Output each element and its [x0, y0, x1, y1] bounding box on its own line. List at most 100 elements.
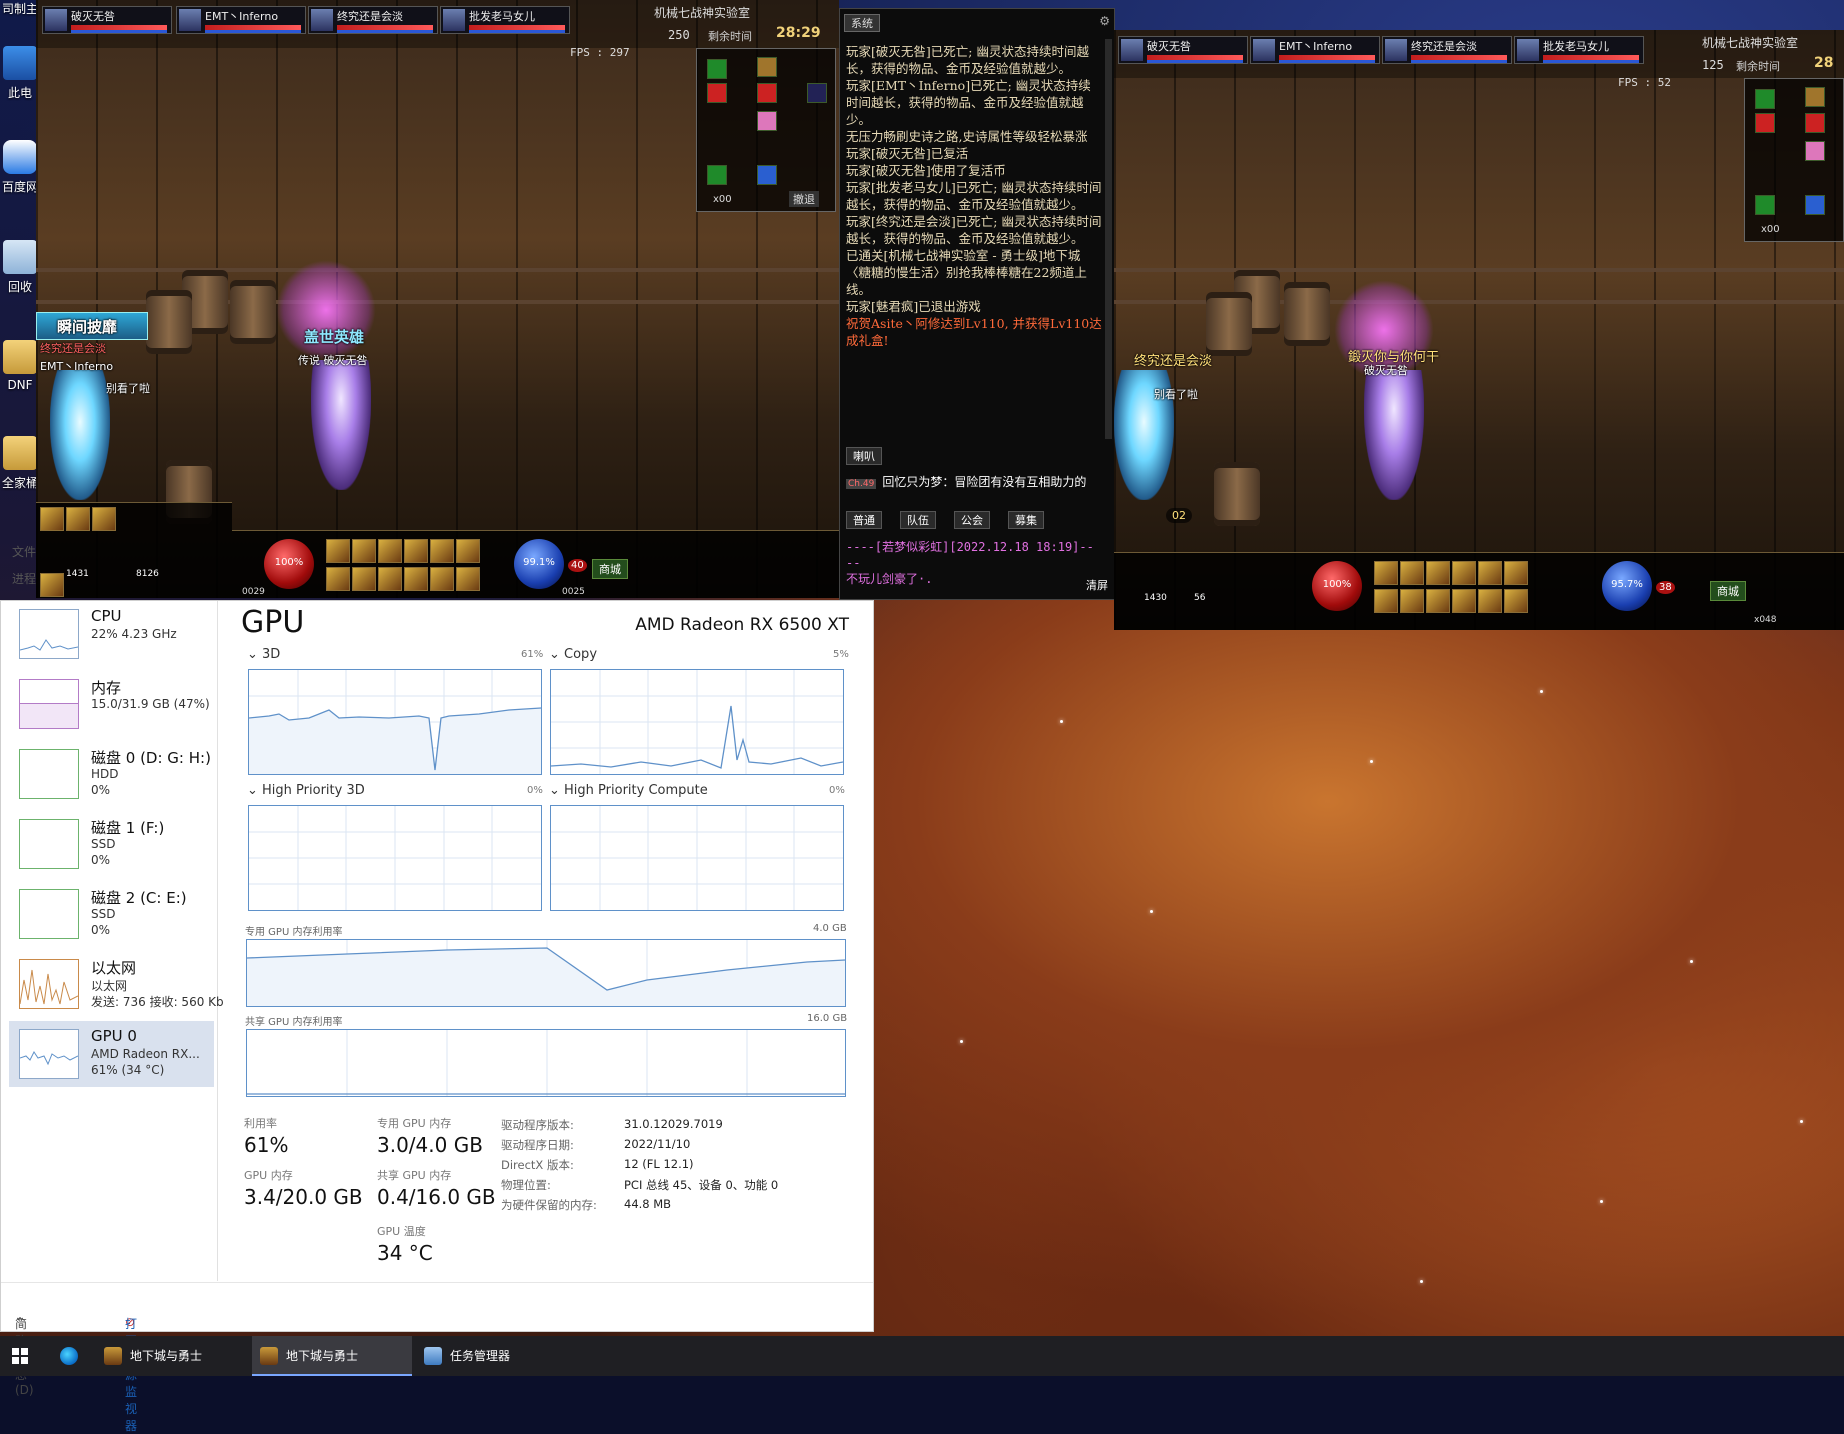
- physical-location-label: 物理位置:: [501, 1178, 551, 1192]
- chat-channel-dropdown[interactable]: 系统: [844, 14, 880, 32]
- recycle-bin-icon: [3, 240, 37, 274]
- skill-slot[interactable]: [352, 539, 376, 563]
- skill-slot[interactable]: [456, 567, 480, 591]
- skill-slot[interactable]: [456, 539, 480, 563]
- level-badge: 40: [568, 559, 587, 572]
- clear-chat-button[interactable]: 清屏: [1086, 577, 1108, 593]
- skill-slot[interactable]: [326, 567, 350, 591]
- skill-slot[interactable]: [1478, 589, 1502, 613]
- desktop-icon-recycle-bin[interactable]: 回收: [0, 240, 40, 295]
- skill-slot[interactable]: [404, 539, 428, 563]
- party-member[interactable]: 破灭无咎: [42, 6, 172, 34]
- skill-slot[interactable]: [1426, 561, 1450, 585]
- skill-slot[interactable]: [1400, 561, 1424, 585]
- party-member[interactable]: 终究还是会淡: [1382, 36, 1512, 64]
- shared-memory-max: 16.0 GB: [807, 1013, 848, 1024]
- tab-processes[interactable]: 进程: [12, 570, 36, 587]
- retreat-button[interactable]: 撤退: [789, 191, 819, 207]
- party-member-name: 终究还是会淡: [1411, 40, 1477, 53]
- tab-normal[interactable]: 普通: [846, 511, 882, 529]
- taskbar-item-task-manager[interactable]: 任务管理器: [416, 1336, 568, 1376]
- chat-message: 玩家[破灭无咎]已死亡; 幽灵状态持续时间越长，获得的物品、金币及经验值就越少。: [846, 44, 1089, 76]
- taskbar-item-dnf-1[interactable]: 地下城与勇士: [96, 1336, 248, 1376]
- desktop-icon-dnf[interactable]: DNF: [0, 340, 40, 392]
- sidebar-item-title: 内存: [91, 679, 122, 697]
- skill-slot[interactable]: [378, 567, 402, 591]
- quick-item-icon[interactable]: [40, 573, 64, 597]
- gear-icon[interactable]: ⚙: [1099, 14, 1110, 28]
- ally-name: 别看了啦: [1154, 388, 1198, 401]
- sidebar-item-cpu[interactable]: CPU 22% 4.23 GHz: [9, 601, 214, 667]
- sidebar-item-disk2[interactable]: 磁盘 2 (C: E:) SSD 0%: [9, 881, 214, 947]
- sidebar-item-disk1[interactable]: 磁盘 1 (F:) SSD 0%: [9, 811, 214, 877]
- minimap-room: [1755, 89, 1775, 109]
- sidebar-item-detail: 以太网: [91, 979, 128, 993]
- sidebar-item-ethernet[interactable]: 以太网 以太网 发送: 736 接收: 560 Kb: [9, 951, 224, 1017]
- skill-slot[interactable]: [378, 539, 402, 563]
- menu-file[interactable]: 文件: [12, 543, 36, 560]
- tab-guild[interactable]: 公会: [954, 511, 990, 529]
- party-member[interactable]: 批发老马女儿: [1514, 36, 1644, 64]
- desktop-icon-bundle[interactable]: 全家桶: [0, 436, 40, 491]
- utilization-label: 利用率: [244, 1117, 277, 1130]
- chat-scrollbar[interactable]: [1105, 39, 1112, 439]
- chat-panel[interactable]: 系统 ⚙ 玩家[破灭无咎]已死亡; 幽灵状态持续时间越长，获得的物品、金币及经验…: [839, 8, 1115, 600]
- driver-version-label: 驱动程序版本:: [501, 1118, 574, 1132]
- skill-slot[interactable]: [1374, 561, 1398, 585]
- skill-slot[interactable]: [326, 539, 350, 563]
- minimap-count: x00: [1761, 224, 1780, 235]
- sidebar-item-detail: SSD: [91, 837, 116, 851]
- skill-slot[interactable]: [1478, 561, 1502, 585]
- star: [1690, 960, 1693, 963]
- sidebar-item-memory[interactable]: 内存 15.0/31.9 GB (47%): [9, 671, 214, 737]
- tab-recruit[interactable]: 募集: [1008, 511, 1044, 529]
- party-member[interactable]: 破灭无咎: [1118, 36, 1248, 64]
- hp-orb-value: 100%: [1322, 579, 1352, 590]
- skill-slot[interactable]: [1426, 589, 1450, 613]
- desktop-icon-label: 此电: [7, 86, 32, 100]
- skill-slot[interactable]: [1504, 589, 1528, 613]
- mp-bar: [1411, 60, 1507, 63]
- party-member[interactable]: EMT丶Inferno: [1250, 36, 1380, 64]
- party-member[interactable]: 批发老马女儿: [440, 6, 570, 34]
- sidebar-item-value: 61% (34 °C): [91, 1063, 165, 1077]
- mp-bar: [1279, 60, 1375, 63]
- skill-slot[interactable]: [1400, 589, 1424, 613]
- skill-slot[interactable]: [1452, 561, 1476, 585]
- engine-hp3d-label[interactable]: ⌄ High Priority 3D: [247, 783, 365, 798]
- shop-button[interactable]: 商城: [1710, 581, 1746, 601]
- engine-copy-label[interactable]: ⌄ Copy: [549, 647, 597, 662]
- sidebar-item-disk0[interactable]: 磁盘 0 (D: G: H:) HDD 0%: [9, 741, 214, 807]
- engine-3d-graph: [248, 669, 542, 775]
- start-button[interactable]: [0, 1336, 44, 1376]
- player-title: 盖世英雄: [304, 328, 365, 346]
- task-manager-window[interactable]: CPU 22% 4.23 GHz 内存 15.0/31.9 GB (47%) 磁…: [0, 600, 874, 1433]
- desktop-icon-baidu[interactable]: 百度网: [0, 140, 40, 195]
- game-window-left[interactable]: 破灭无咎 EMT丶Inferno 终究还是会淡 批发老马女儿 机械七战神实验室 …: [36, 0, 839, 598]
- skill-slot[interactable]: [352, 567, 376, 591]
- party-member[interactable]: 终究还是会淡: [308, 6, 438, 34]
- engine-3d-label[interactable]: ⌄ 3D: [247, 647, 280, 662]
- driver-date-value: 2022/11/10: [624, 1137, 691, 1151]
- engine-hpcompute-label[interactable]: ⌄ High Priority Compute: [549, 783, 708, 798]
- party-member[interactable]: EMT丶Inferno: [176, 6, 306, 34]
- skill-slot[interactable]: [430, 567, 454, 591]
- tab-party[interactable]: 队伍: [900, 511, 936, 529]
- guild-banner-text: 瞬间披靡: [57, 318, 118, 336]
- party-member-name: EMT丶Inferno: [205, 10, 279, 23]
- dungeon-minimap[interactable]: x00 撤退: [696, 48, 836, 212]
- shop-button[interactable]: 商城: [592, 559, 628, 579]
- skill-slot[interactable]: [1504, 561, 1528, 585]
- skill-slot[interactable]: [404, 567, 428, 591]
- taskbar-item-dnf-2[interactable]: 地下城与勇士: [252, 1336, 412, 1376]
- dungeon-minimap[interactable]: x00: [1744, 78, 1844, 242]
- tab-horn[interactable]: 喇叭: [846, 447, 882, 465]
- sidebar-item-detail: 15.0/31.9 GB (47%): [91, 697, 210, 711]
- skill-slot[interactable]: [1452, 589, 1476, 613]
- skill-slot[interactable]: [1374, 589, 1398, 613]
- sidebar-item-gpu0[interactable]: GPU 0 AMD Radeon RX... 61% (34 °C): [9, 1021, 214, 1087]
- game-window-right[interactable]: 破灭无咎 EMT丶Inferno 终究还是会淡 批发老马女儿 机械七战神实验室 …: [1114, 30, 1844, 630]
- desktop-icon-this-pc[interactable]: 此电: [0, 46, 40, 101]
- skill-slot[interactable]: [430, 539, 454, 563]
- taskbar-edge[interactable]: [48, 1336, 92, 1376]
